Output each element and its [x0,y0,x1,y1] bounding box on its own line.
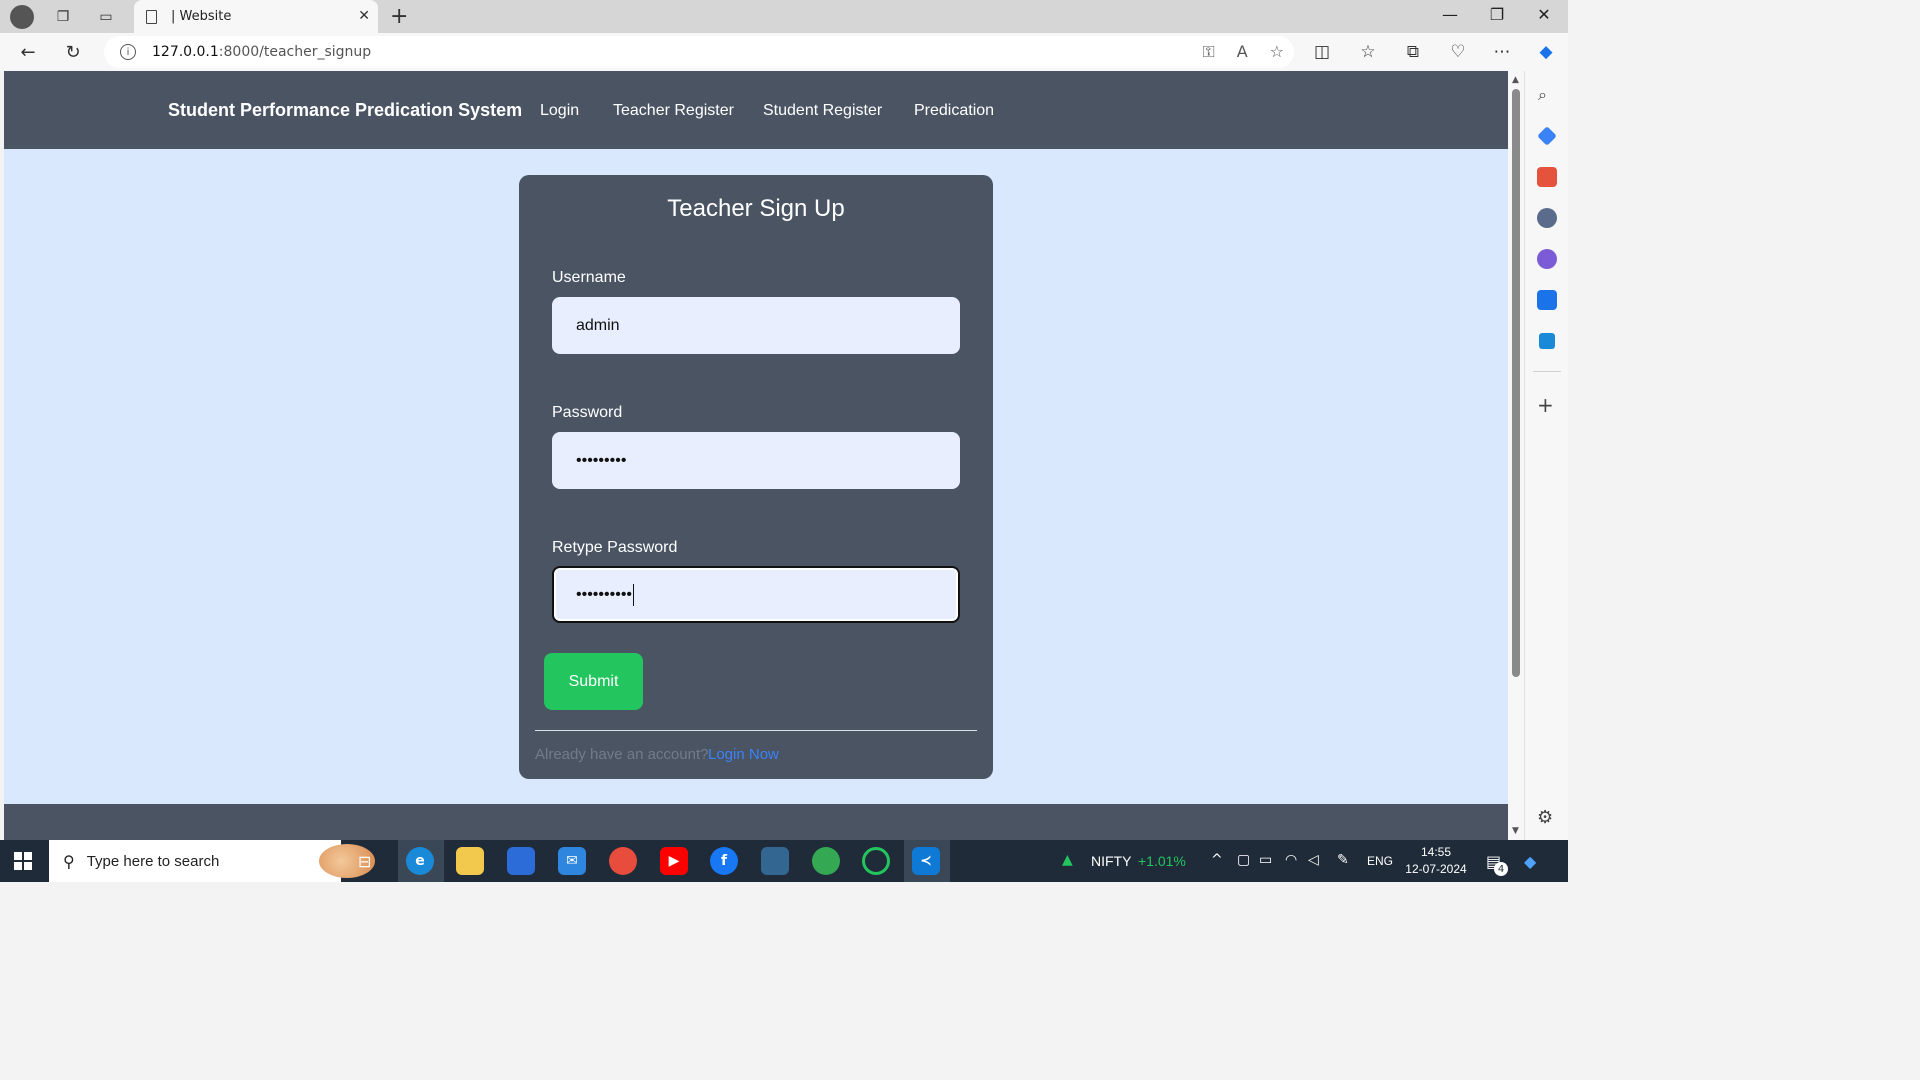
language-indicator[interactable]: ENG [1367,854,1393,868]
chrome-profile-icon[interactable] [812,847,840,875]
file-explorer-icon[interactable] [456,847,484,875]
form-title: Teacher Sign Up [667,195,845,222]
browser-essentials-icon[interactable]: ♡ [1446,42,1470,62]
browser-titlebar: ❐ ▭ | Website ✕ + — ❐ ✕ [0,0,1568,33]
battery-icon[interactable]: ▭ [1259,852,1272,868]
favorite-star-icon[interactable]: ☆ [1270,42,1284,62]
more-menu-icon[interactable]: ⋯ [1490,42,1514,62]
mail-icon[interactable]: ✉ [558,847,586,875]
page-scrollbar[interactable]: ▲ ▼ [1508,71,1524,840]
password-label: Password [552,404,623,421]
document-icon [146,9,157,24]
nav-login[interactable]: Login [540,102,579,120]
username-value: admin [576,316,620,334]
scroll-down-icon[interactable]: ▼ [1512,826,1519,836]
submit-button[interactable]: Submit [544,653,643,710]
tools-icon[interactable] [1537,167,1557,187]
new-tab-icon[interactable]: + [390,4,408,29]
browser-tab[interactable]: | Website ✕ [134,0,378,33]
clock-date: 12-07-2024 [1405,862,1467,876]
clock-time: 14:55 [1420,845,1452,859]
clock[interactable]: 14:55 12-07-2024 [1404,844,1468,878]
shopping-tag-icon[interactable] [1537,126,1557,146]
key-icon[interactable]: ⚿ [1203,42,1215,62]
nav-predication[interactable]: Predication [914,102,994,120]
username-label: Username [552,269,626,286]
retype-password-input[interactable]: •••••••••• [552,566,960,623]
taskbar-search[interactable]: ⚲ Type here to search [49,840,375,882]
retype-password-value: •••••••••• [576,585,633,603]
copilot-taskbar-icon[interactable]: ◆ [1524,852,1536,871]
meet-icon[interactable]: ▢ [1237,852,1250,868]
restore-icon[interactable]: ❐ [1477,5,1517,24]
site-brand[interactable]: Student Performance Predication System [168,100,522,121]
signup-card: Teacher Sign Up Username admin Password … [519,175,993,779]
workspaces-icon[interactable]: ❐ [50,4,76,30]
web-page: Student Performance Predication System L… [4,71,1508,840]
retype-password-label: Retype Password [552,539,678,556]
settings-gear-icon[interactable]: ⚙ [1537,807,1553,828]
edge-sidebar: ⌕ + ⚙ [1524,71,1568,840]
browser-toolbar: ← ↻ i 127.0.0.1:8000/teacher_signup ⚿ A … [0,33,1568,71]
task-view-icon[interactable]: ⊟ [358,852,371,871]
url-text: 127.0.0.1:8000/teacher_signup [152,44,372,60]
profile-avatar-icon[interactable] [9,4,35,30]
site-footer [4,804,1508,840]
stock-chart-icon[interactable]: ▲ [1062,852,1073,868]
loading-app-icon[interactable] [862,847,890,875]
facebook-icon[interactable]: f [710,847,738,875]
collections-icon[interactable]: ⧉ [1401,42,1425,62]
games-icon[interactable] [1537,208,1557,228]
wifi-icon[interactable]: ◠ [1285,852,1297,868]
password-value: ••••••••• [576,451,627,469]
start-button[interactable] [14,852,32,870]
minimize-icon[interactable]: — [1430,5,1470,24]
add-icon[interactable]: + [1537,393,1554,417]
nifty-label[interactable]: NIFTY [1091,853,1131,869]
text-caret [633,583,635,606]
address-bar[interactable]: i 127.0.0.1:8000/teacher_signup ⚿ A ☆ [104,36,1294,68]
outlook-icon[interactable] [1537,290,1557,310]
sidebar-divider [1533,371,1561,372]
notification-count: 4 [1494,862,1508,876]
postgresql-icon[interactable] [761,847,789,875]
chrome-icon[interactable] [609,847,637,875]
send-icon[interactable] [1539,333,1555,349]
copilot-icon[interactable]: ◆ [1534,42,1558,62]
office-icon[interactable] [1537,249,1557,269]
read-aloud-icon[interactable]: A [1237,42,1248,62]
show-hidden-icons[interactable]: ^ [1211,852,1223,868]
split-screen-icon[interactable]: ◫ [1310,42,1334,62]
tab-actions-icon[interactable]: ▭ [93,4,119,30]
pen-icon[interactable]: ✎ [1337,852,1349,868]
footer-text: Already have an account? [535,746,709,763]
form-divider [535,730,977,731]
refresh-icon[interactable]: ↻ [59,39,87,65]
nav-teacher-register[interactable]: Teacher Register [613,102,734,120]
nifty-change[interactable]: +1.01% [1138,853,1186,869]
scroll-thumb[interactable] [1512,89,1520,677]
vscode-icon[interactable]: ≺ [912,847,940,875]
store-icon[interactable] [507,847,535,875]
search-icon: ⚲ [63,851,75,871]
windows-taskbar: ⚲ Type here to search ⊟ e ✉ ▶ f ≺ ▲ NIFT… [0,840,1568,882]
username-input[interactable]: admin [552,297,960,354]
close-window-icon[interactable]: ✕ [1524,5,1564,24]
favorites-icon[interactable]: ☆ [1356,42,1380,62]
close-tab-icon[interactable]: ✕ [358,8,370,24]
edge-icon[interactable]: e [406,847,434,875]
youtube-icon[interactable]: ▶ [660,847,688,875]
search-icon[interactable]: ⌕ [1538,85,1547,105]
volume-icon[interactable]: ◁ [1308,852,1319,868]
tab-title: | Website [171,9,232,24]
password-input[interactable]: ••••••••• [552,432,960,489]
site-info-icon[interactable]: i [120,44,136,60]
login-now-link[interactable]: Login Now [708,746,779,763]
site-navbar: Student Performance Predication System L… [4,71,1508,149]
search-placeholder: Type here to search [86,852,220,870]
back-icon[interactable]: ← [14,39,42,65]
nav-student-register[interactable]: Student Register [763,102,882,120]
scroll-up-icon[interactable]: ▲ [1512,75,1519,85]
